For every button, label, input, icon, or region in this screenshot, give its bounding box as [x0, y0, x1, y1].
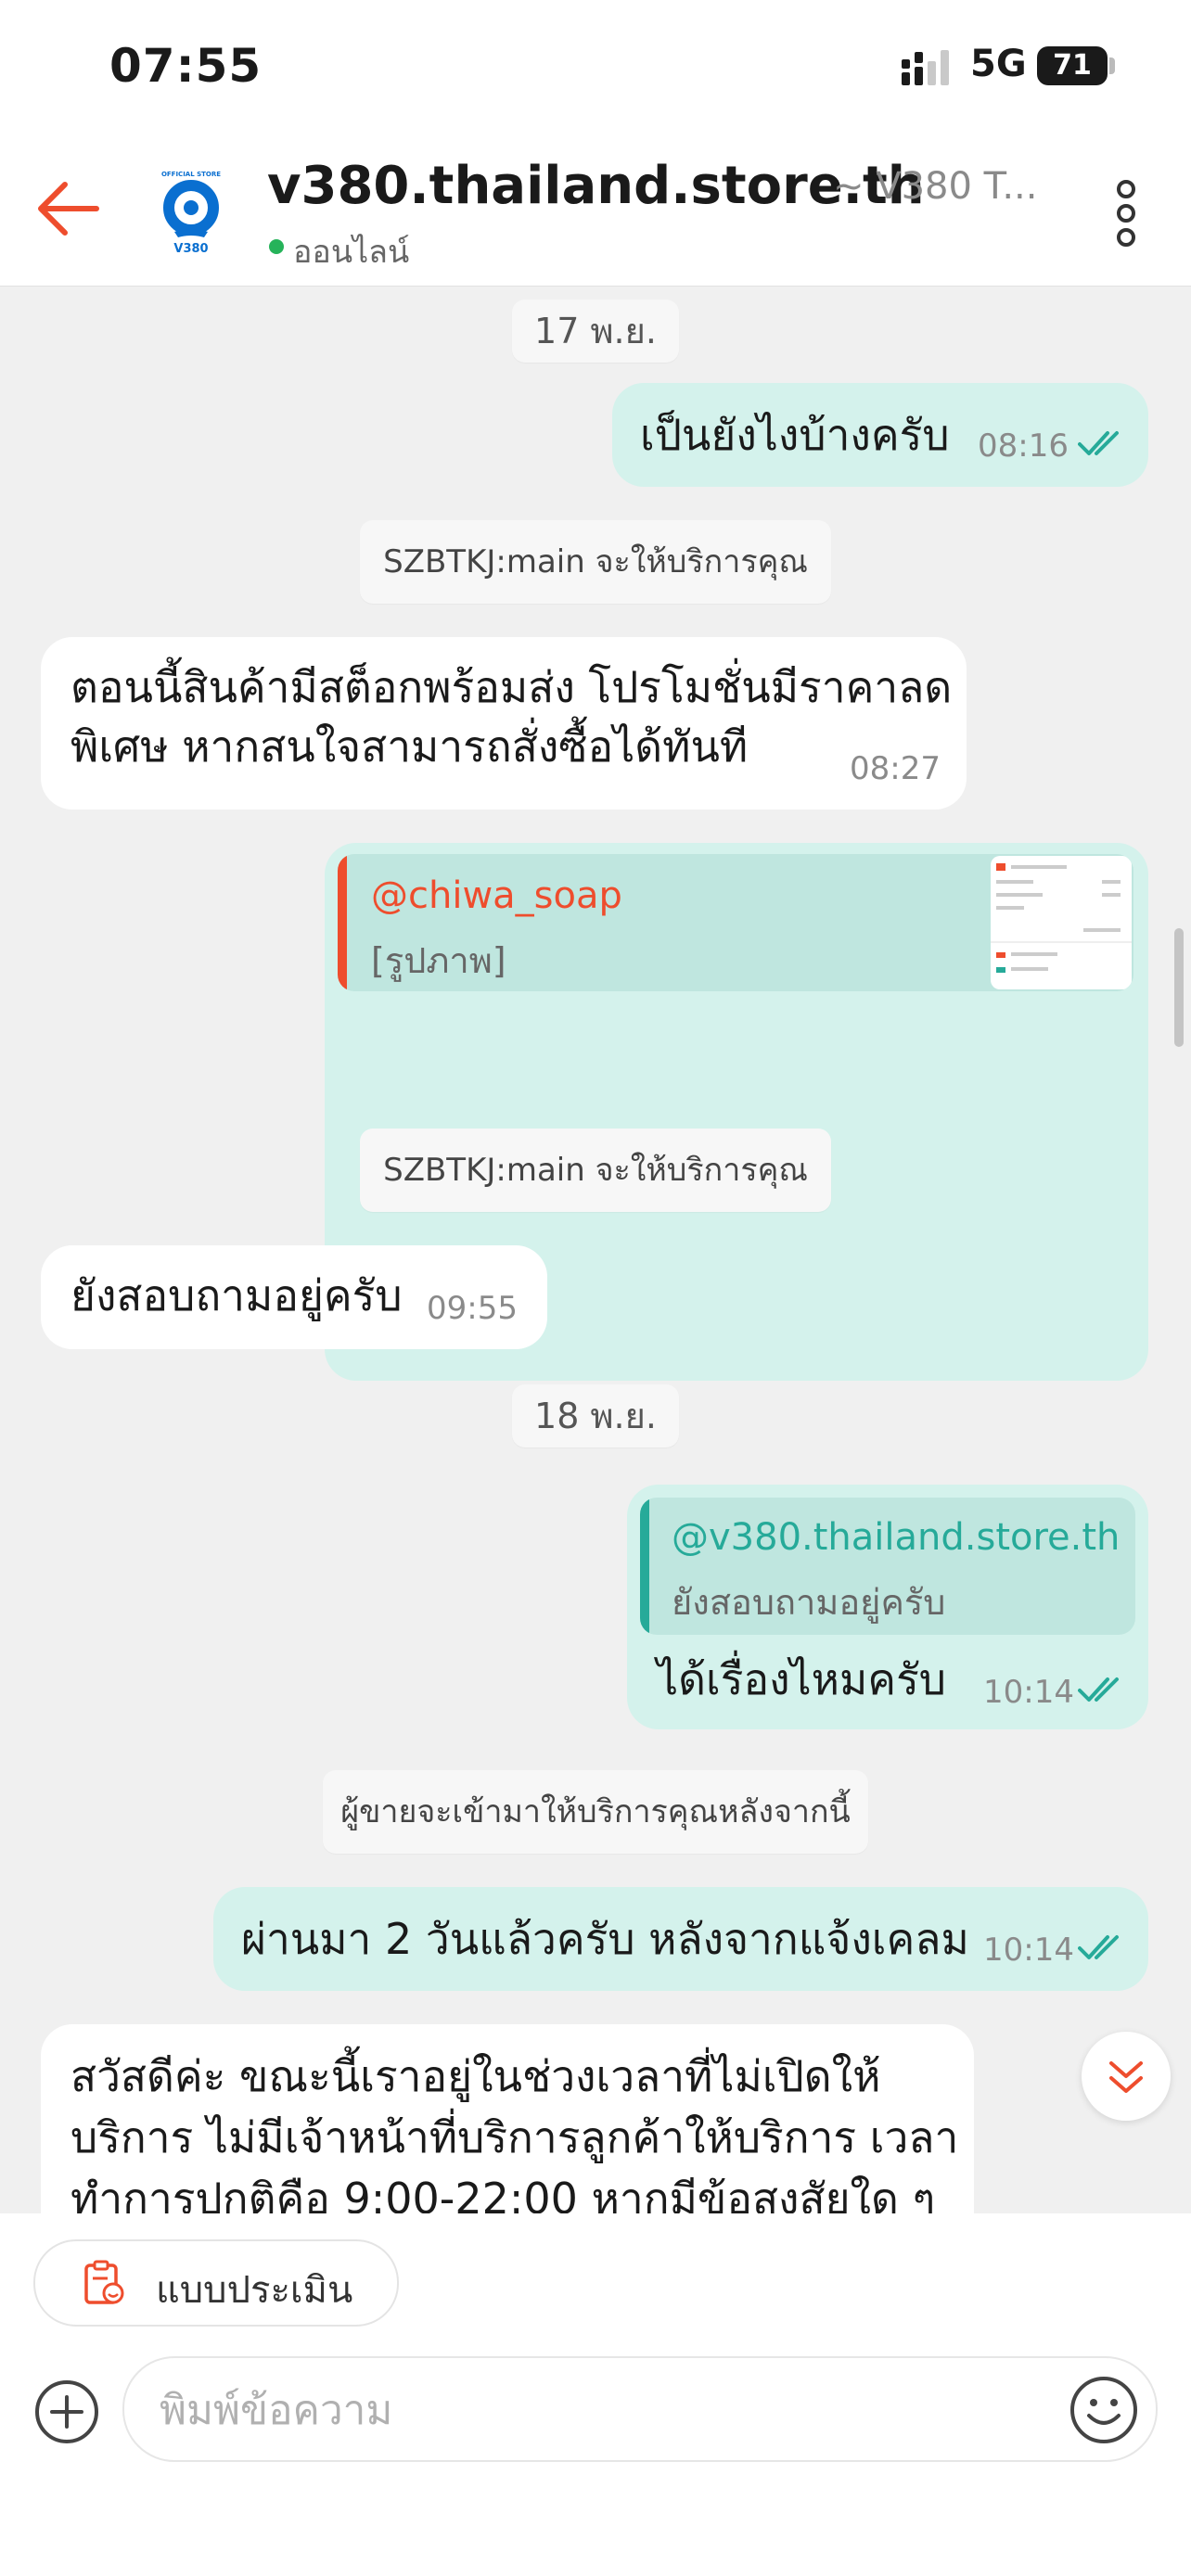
quoted-text: [รูปภาพ] — [371, 940, 506, 981]
message-time: 08:16 — [978, 427, 1069, 465]
battery-tip — [1109, 57, 1115, 74]
message-text-line-3: ทำการปกติคือ 9:00-22:00 หากมีข้อสงสัยใด … — [70, 2174, 936, 2213]
read-receipt-icon — [1078, 1935, 1119, 1959]
rating-form-icon — [84, 2260, 124, 2304]
shop-name[interactable]: v380.thailand.store.th — [267, 156, 925, 216]
avatar-badge: OFFICIAL STORE — [161, 171, 221, 178]
message-text: ได้เรื่องไหมครับ — [657, 1654, 946, 1704]
back-arrow-icon[interactable] — [32, 176, 106, 241]
quoted-image-thumbnail[interactable] — [991, 856, 1132, 989]
message-text-line-2: บริการ ไม่มีเจ้าหน้าที่บริการลูกค้าให้บร… — [70, 2112, 959, 2162]
online-status-text: ออนไลน์ — [293, 234, 410, 271]
message-text: ยังสอบถามอยู่ครับ — [70, 1270, 403, 1320]
system-notice: ผู้ขายจะเข้ามาให้บริการคุณหลังจากนี้ — [323, 1770, 868, 1854]
message-text-line-1: สวัสดีค่ะ ขณะนี้เราอยู่ในช่วงเวลาที่ไม่เ… — [70, 2051, 881, 2101]
plus-icon[interactable] — [33, 2378, 100, 2445]
shop-subtitle: ~ V380 T... — [833, 165, 1038, 208]
incoming-message[interactable]: ยังสอบถามอยู่ครับ 09:55 — [41, 1245, 547, 1349]
message-text-line-2: พิเศษ หากสนใจสามารถสั่งซื้อได้ทันที — [70, 721, 749, 772]
message-text: ผ่านมา 2 วันแล้วครับ หลังจากแจ้งเคลม — [241, 1914, 969, 1964]
quote-bar — [338, 854, 347, 991]
quote-bar — [640, 1498, 649, 1635]
read-receipt-icon — [1078, 1677, 1119, 1702]
message-input[interactable] — [158, 2377, 996, 2443]
composer-area: แบบประเมิน — [0, 2213, 1191, 2576]
chat-messages[interactable]: 17 พ.ย. เป็นยังไงบ้างครับ 08:16 SZBTKJ:m… — [0, 287, 1191, 2213]
date-separator: 17 พ.ย. — [512, 300, 679, 363]
message-time: 10:14 — [983, 1932, 1074, 1969]
read-receipt-icon — [1078, 431, 1119, 455]
battery-icon: 71 — [1037, 46, 1108, 85]
rate-button[interactable]: แบบประเมิน — [33, 2239, 399, 2327]
quoted-user: @v380.thailand.store.th — [672, 1516, 1121, 1559]
message-time: 10:14 — [983, 1674, 1074, 1711]
date-separator: 18 พ.ย. — [512, 1384, 679, 1447]
online-status-dot — [269, 239, 284, 254]
message-text: เป็นยังไงบ้างครับ — [640, 410, 950, 460]
quoted-message[interactable]: @v380.thailand.store.th ยังสอบถามอยู่ครั… — [640, 1498, 1135, 1635]
network-type: 5G — [970, 43, 1027, 85]
outgoing-message[interactable]: ผ่านมา 2 วันแล้วครับ หลังจากแจ้งเคลม 10:… — [213, 1887, 1148, 1991]
rate-label: แบบประเมิน — [156, 2269, 353, 2312]
message-time: 08:27 — [850, 750, 941, 787]
image-preview-icon — [991, 863, 1132, 973]
shop-avatar[interactable]: OFFICIAL STORE V380 — [148, 163, 234, 256]
cellular-signal-icon — [902, 50, 949, 85]
more-options-icon[interactable] — [1109, 176, 1143, 250]
outgoing-reply-message[interactable]: @v380.thailand.store.th ยังสอบถามอยู่ครั… — [627, 1485, 1148, 1729]
message-time: 09:55 — [427, 1290, 518, 1327]
emoji-icon[interactable] — [1069, 2375, 1139, 2445]
status-bar: 07:55 5G 71 — [0, 0, 1191, 130]
scroll-to-bottom-button[interactable] — [1082, 2032, 1171, 2121]
incoming-message[interactable]: สวัสดีค่ะ ขณะนี้เราอยู่ในช่วงเวลาที่ไม่เ… — [41, 2024, 974, 2213]
quoted-message[interactable]: @chiwa_soap [รูปภาพ] — [338, 854, 1133, 991]
chat-header: OFFICIAL STORE V380 v380.thailand.store.… — [0, 130, 1191, 287]
double-chevron-down-icon — [1109, 2061, 1143, 2093]
outgoing-message[interactable]: เป็นยังไงบ้างครับ 08:16 — [612, 383, 1148, 487]
message-text-line-1: ตอนนี้สินค้ามีสต็อกพร้อมส่ง โปรโมชั่นมีร… — [70, 662, 953, 712]
avatar-brand: V380 — [173, 242, 208, 256]
system-notice: SZBTKJ:main จะให้บริการคุณ — [360, 520, 831, 604]
incoming-message[interactable]: ตอนนี้สินค้ามีสต็อกพร้อมส่ง โปรโมชั่นมีร… — [41, 637, 967, 810]
status-time: 07:55 — [109, 39, 263, 93]
scrollbar-thumb[interactable] — [1174, 928, 1184, 1047]
quoted-text: ยังสอบถามอยู่ครับ — [672, 1582, 946, 1623]
message-input-wrapper — [122, 2356, 1158, 2462]
system-notice: SZBTKJ:main จะให้บริการคุณ — [360, 1129, 831, 1212]
quoted-user: @chiwa_soap — [371, 874, 622, 917]
